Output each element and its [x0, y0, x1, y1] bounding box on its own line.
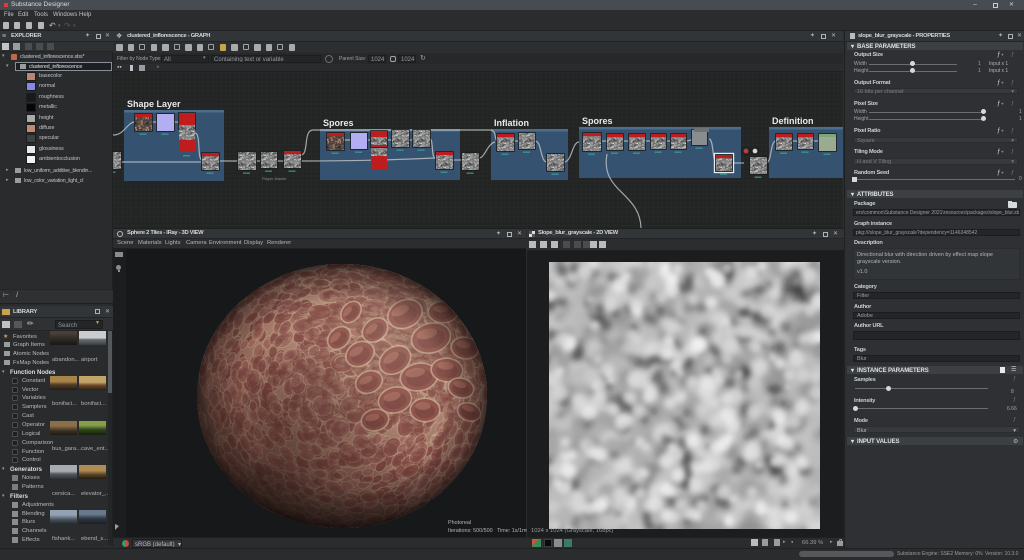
svg-text:Shape Layer: Shape Layer — [127, 99, 181, 109]
svg-text:Player Master: Player Master — [262, 176, 287, 181]
svg-text:Spores: Spores — [323, 118, 354, 128]
svg-text:Spores: Spores — [582, 116, 613, 126]
svg-text:Definition: Definition — [772, 116, 814, 126]
svg-text:Inflation: Inflation — [494, 118, 529, 128]
